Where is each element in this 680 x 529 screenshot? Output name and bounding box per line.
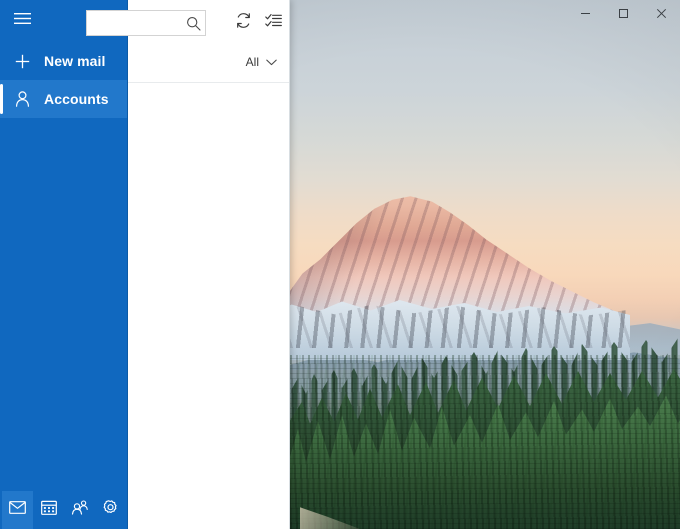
navigation-app-switcher: [0, 491, 127, 529]
navigation-pane: New mail Accounts: [0, 0, 128, 529]
selection-mode-button[interactable]: [258, 8, 288, 38]
hamburger-menu-button[interactable]: [0, 2, 44, 40]
maximize-button[interactable]: [604, 0, 642, 26]
person-icon: [0, 91, 44, 107]
message-list-pane: All: [86, 0, 290, 529]
window-controls: [566, 0, 680, 26]
gear-icon: [102, 499, 119, 521]
sidebar-item-accounts-label: Accounts: [44, 91, 109, 107]
sync-button[interactable]: [228, 8, 258, 38]
sidebar-item-accounts[interactable]: Accounts: [0, 80, 127, 118]
people-icon: [71, 500, 89, 520]
window-right-edge: [289, 0, 290, 529]
app-switcher-settings-button[interactable]: [95, 491, 126, 529]
app-switcher-people-button[interactable]: [64, 491, 95, 529]
search-input[interactable]: [87, 11, 181, 35]
filter-label: All: [245, 55, 259, 69]
app-switcher-mail-button[interactable]: [2, 491, 33, 529]
minimize-button[interactable]: [566, 0, 604, 26]
chevron-down-icon: [266, 53, 277, 71]
refresh-icon: [235, 12, 252, 34]
search-box[interactable]: [86, 10, 206, 36]
filter-row: All: [128, 42, 290, 82]
filter-dropdown[interactable]: All: [243, 49, 280, 75]
envelope-icon: [9, 501, 26, 519]
sidebar-item-new-mail[interactable]: New mail: [0, 42, 127, 80]
close-button[interactable]: [642, 0, 680, 26]
sidebar-item-new-mail-label: New mail: [44, 53, 106, 69]
checklist-icon: [264, 13, 282, 33]
list-toolbar: [86, 0, 290, 42]
message-list[interactable]: [128, 83, 290, 488]
search-icon[interactable]: [181, 11, 205, 35]
mail-app-window: New mail Accounts All: [0, 0, 290, 529]
navigation-spacer: [0, 118, 127, 491]
plus-icon: [0, 54, 44, 69]
hamburger-icon: [13, 12, 31, 30]
app-switcher-calendar-button[interactable]: [33, 491, 64, 529]
calendar-icon: [40, 500, 57, 520]
